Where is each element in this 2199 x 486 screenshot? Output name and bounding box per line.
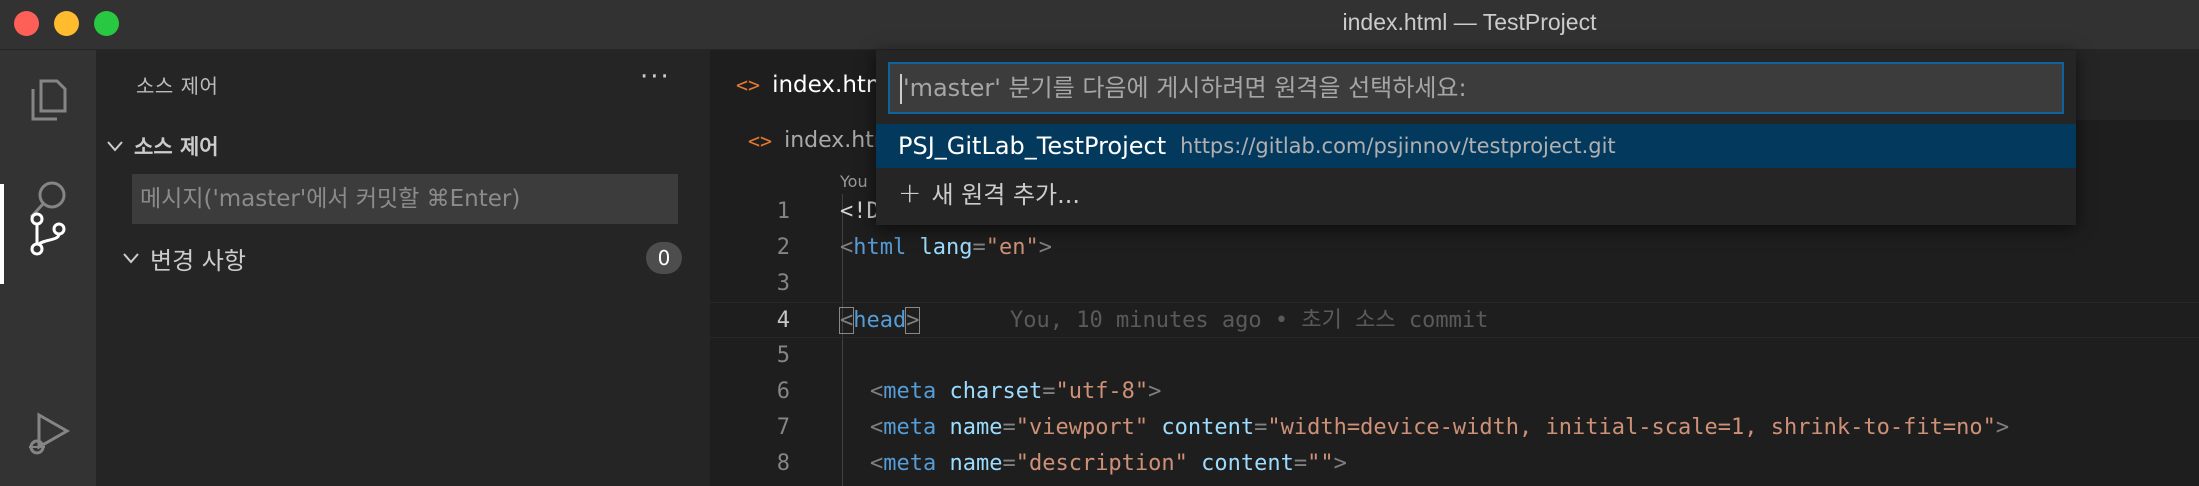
title-bar: index.html — TestProject	[0, 0, 2199, 50]
changes-section-header[interactable]: 변경 사항 0	[120, 240, 690, 276]
chevron-down-icon	[107, 141, 123, 152]
line-number: 1	[776, 199, 790, 224]
commit-message-input[interactable]: 메시지('master'에서 커밋할 ⌘Enter)	[132, 174, 678, 224]
explorer-activity[interactable]	[0, 50, 96, 150]
chevron-down-icon	[123, 253, 139, 264]
code-text: <meta name="description" content="">	[870, 451, 1347, 476]
add-remote-label: 새 원격 추가...	[931, 180, 1081, 209]
code-line: 2 <html lang="en">	[710, 230, 2199, 266]
code-text: <meta name="viewport" content="width=dev…	[870, 415, 2010, 440]
line-number: 3	[776, 271, 790, 296]
line-number: 7	[776, 415, 790, 440]
line-number: 4	[776, 308, 790, 333]
codelens-author[interactable]: You	[840, 172, 868, 191]
files-icon	[31, 79, 67, 121]
code-editor[interactable]: 1 <!DOCTYPE html> 2 <html lang="en"> 3 4…	[710, 194, 2199, 486]
quick-pick-remote: 'master' 분기를 다음에 게시하려면 원격을 선택하세요: PSJ_Gi…	[876, 50, 2076, 225]
more-actions-button[interactable]: ···	[640, 62, 671, 92]
section-title: 소스 제어	[134, 135, 219, 159]
tab-index-html[interactable]: <> index.html	[710, 50, 895, 120]
run-debug-icon	[29, 412, 71, 455]
quick-pick-input[interactable]: 'master' 분기를 다음에 게시하려면 원격을 선택하세요:	[888, 62, 2064, 114]
remote-name: PSJ_GitLab_TestProject	[898, 132, 1167, 160]
remote-url: https://gitlab.com/psjinnov/testproject.…	[1180, 134, 1616, 158]
code-line: 7 <meta name="viewport" content="width=d…	[710, 410, 2199, 446]
quick-pick-placeholder: 'master' 분기를 다음에 게시하려면 원격을 선택하세요:	[903, 74, 1467, 102]
source-control-sidebar: 소스 제어 ··· 소스 제어 메시지('master'에서 커밋할 ⌘Ente…	[96, 50, 710, 486]
source-control-section-header[interactable]: 소스 제어	[104, 128, 219, 164]
html-file-icon: <>	[748, 128, 773, 153]
code-line: 5	[710, 338, 2199, 374]
quick-pick-item-add-remote[interactable]: + 새 원격 추가...	[876, 170, 2076, 214]
activity-bar	[0, 50, 96, 486]
changes-label: 변경 사항	[150, 246, 246, 275]
code-line: 3	[710, 266, 2199, 302]
plus-icon: +	[898, 175, 922, 209]
run-debug-activity[interactable]	[0, 384, 96, 484]
code-line: 8 <meta name="description" content="">	[710, 446, 2199, 482]
line-number: 6	[776, 379, 790, 404]
code-text: <meta charset="utf-8">	[870, 379, 1162, 404]
quick-pick-item-remote[interactable]: PSJ_GitLab_TestProject https://gitlab.co…	[876, 124, 2076, 168]
line-number: 8	[776, 451, 790, 476]
source-control-activity[interactable]	[0, 184, 96, 284]
line-number: 5	[776, 343, 790, 368]
line-number: 2	[776, 235, 790, 260]
sidebar-title: 소스 제어	[136, 74, 219, 98]
text-caret	[900, 74, 902, 104]
git-blame-annotation: You, 10 minutes ago • 초기 소스 commit	[1010, 308, 1489, 333]
html-file-icon: <>	[736, 73, 761, 97]
code-line: 6 <meta charset="utf-8">	[710, 374, 2199, 410]
code-line-current: 4 <head> You, 10 minutes ago • 초기 소스 com…	[710, 302, 2199, 338]
changes-count-badge: 0	[646, 242, 682, 274]
window-title: index.html — TestProject	[1342, 9, 1597, 35]
code-text: <html lang="en">	[840, 235, 1052, 260]
code-text: <head>	[838, 307, 921, 334]
source-control-icon	[30, 212, 66, 256]
